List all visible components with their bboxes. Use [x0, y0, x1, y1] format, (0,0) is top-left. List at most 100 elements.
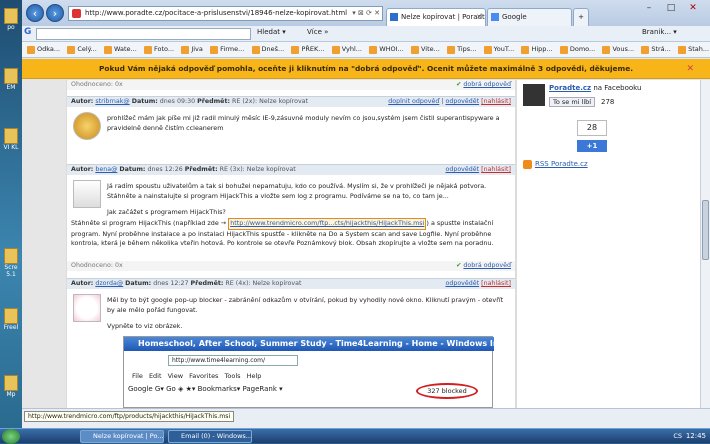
desktop-strip: po EM VI KL Scre 5.1 Freel Mp [0, 0, 22, 428]
good-answer-link[interactable]: dobrá odpověď [463, 81, 511, 88]
author-label: Autor: [71, 166, 94, 173]
bookmark-item[interactable]: Celý... [65, 42, 97, 57]
close-tab-icon[interactable]: ✕ [476, 9, 482, 25]
site-link[interactable]: Poradte.cz [549, 84, 591, 92]
back-button[interactable]: ‹ [26, 4, 44, 22]
tab-label: Google [502, 13, 527, 21]
tab-google[interactable]: Google [487, 8, 572, 26]
bookmark-item[interactable]: Domo... [558, 42, 595, 57]
bookmark-item[interactable]: Vyhl... [330, 42, 362, 57]
reply-link[interactable]: odpovědět [445, 98, 479, 105]
avatar [73, 294, 101, 322]
desktop-icon-label: VI KL [3, 144, 19, 151]
bookmark-item[interactable]: Foto... [142, 42, 174, 57]
address-text: http://www.poradte.cz/pocitace-a-prislus… [85, 9, 348, 17]
download-link[interactable]: http://www.trendmicro.com/ftp...cts/hija… [228, 218, 427, 230]
tab-label: Nelze kopírovat | Poradte.cz [401, 13, 485, 21]
address-bar[interactable]: http://www.poradte.cz/pocitace-a-prislus… [68, 6, 383, 21]
refresh-stop-icons[interactable]: ▾ ⊠ ⟳ ✕ [352, 7, 380, 20]
bookmark-item[interactable]: Strá... [639, 42, 671, 57]
maximize-button[interactable]: □ [664, 2, 678, 16]
post-date: dnes 12:27 [153, 280, 189, 287]
subject-label: Předmět: [197, 98, 230, 105]
account-menu[interactable]: Branik... ▾ [642, 28, 677, 36]
bookmark-item[interactable]: YouT... [482, 42, 514, 57]
bookmark-item[interactable]: Jiva [179, 42, 203, 57]
desktop-icon[interactable]: Scre 5.1 [2, 248, 20, 278]
scrollbar-thumb[interactable] [702, 200, 709, 260]
minimize-button[interactable]: – [642, 2, 656, 16]
plusone-button[interactable]: +1 [577, 140, 607, 152]
bookmark-item[interactable]: PŘEK... [289, 42, 325, 57]
site-favicon-icon [72, 9, 81, 18]
facebook-label: na Facebooku [593, 84, 642, 92]
post-text: Já radím spoustu uživatelům a tak si boh… [107, 182, 487, 200]
page-viewport: Ohodnoceno: 0x ✔ dobrá odpověď Autor: str… [22, 80, 700, 408]
author-link[interactable]: bena@ [95, 166, 117, 173]
bookmark-item[interactable]: Firme... [208, 42, 244, 57]
bookmark-item[interactable]: Dneš... [250, 42, 284, 57]
left-margin [22, 80, 66, 408]
taskbar-item-email[interactable]: Email (0) - Windows... [168, 430, 252, 443]
like-button[interactable]: To se mi líbí [549, 97, 596, 107]
tab-favicon-icon [390, 13, 398, 21]
reply-link[interactable]: odpovědět [445, 280, 479, 287]
google-logo-icon: G [24, 27, 32, 37]
bookmark-item[interactable]: Hipp... [519, 42, 553, 57]
avatar [73, 180, 101, 208]
google-search-input[interactable] [36, 28, 251, 40]
like-count: 278 [601, 98, 615, 106]
bookmark-item[interactable]: Odka... [25, 42, 60, 57]
desktop-icon[interactable]: EM [2, 68, 20, 91]
close-window-button[interactable]: ✕ [686, 2, 700, 16]
close-banner-icon[interactable]: ✕ [686, 59, 694, 79]
add-answer-link[interactable]: doplnit odpověď [388, 98, 439, 105]
report-link[interactable]: [nahlásit] [481, 98, 511, 105]
desktop-icon[interactable]: Freel [2, 308, 20, 331]
desktop-icon-label: EM [6, 84, 16, 91]
desktop-icon-label: Mp [6, 391, 16, 398]
bookmark-item[interactable]: WHOI... [367, 42, 404, 57]
subject-label: Předmět: [184, 166, 218, 173]
reply-link[interactable]: odpovědět [445, 166, 479, 173]
post-header: Autor: dzorda@ Datum: dnes 12:27 Předmět… [67, 278, 515, 289]
desktop-icon[interactable]: VI KL [2, 128, 20, 151]
desktop-icon[interactable]: Mp [2, 375, 20, 398]
author-label: Autor: [71, 280, 94, 287]
good-answer-link[interactable]: dobrá odpověď [463, 262, 511, 269]
bookmark-item[interactable]: Vite... [409, 42, 440, 57]
bookmark-item[interactable]: Wate... [102, 42, 137, 57]
bookmark-item[interactable]: Vous... [600, 42, 634, 57]
forward-button[interactable]: › [46, 4, 64, 22]
vertical-scrollbar[interactable] [700, 80, 710, 408]
post-subject: RE (2x): Nelze kopírovat [231, 98, 309, 105]
start-button[interactable] [2, 429, 20, 444]
more-button[interactable]: Více » [307, 28, 328, 36]
screenshot-address: http://www.time4learning.com/ [168, 355, 298, 366]
author-link[interactable]: dzorda@ [95, 280, 123, 287]
post-text-part: Stáhněte si program HijackThis (napříkla… [71, 219, 227, 227]
taskbar-item-browser[interactable]: Nelze kopírovat | Po... [80, 430, 164, 443]
bookmark-item[interactable]: Stah... [676, 42, 709, 57]
rss-link[interactable]: RSS Poradte.cz [535, 160, 588, 168]
date-label: Datum: [119, 166, 146, 173]
report-link[interactable]: [nahlásit] [481, 280, 511, 287]
report-link[interactable]: [nahlásit] [481, 166, 511, 173]
screenshot-menu: File Edit View Favorites Tools Help [132, 372, 262, 380]
language-indicator[interactable]: CS [673, 429, 682, 444]
post-text: Stáhněte si program HijackThis (napříkla… [71, 218, 511, 249]
desktop-icon[interactable]: po [2, 8, 20, 31]
post-date: dnes 09:30 [159, 98, 196, 105]
new-tab-button[interactable]: + [573, 8, 589, 26]
post-column: Ohodnoceno: 0x ✔ dobrá odpověď Autor: str… [67, 80, 515, 408]
post-text: Jak začážet s programem HijackThis? [107, 208, 226, 216]
bookmarks-bar: Odka... Celý... Wate... Foto... Jiva Fir… [22, 42, 710, 58]
desktop-icon-label: po [7, 24, 15, 31]
status-url: http://www.trendmicro.com/ftp/products/h… [24, 411, 235, 422]
desktop-icon-label: Scre 5.1 [4, 264, 18, 278]
tab-poradte[interactable]: Nelze kopírovat | Poradte.cz✕ [386, 8, 486, 26]
bookmark-item[interactable]: Tips... [445, 42, 476, 57]
search-button[interactable]: Hledat ▾ [257, 28, 286, 36]
screenshot-title: Homeschool, After School, Summer Study -… [124, 337, 494, 351]
author-link[interactable]: stribrnak@ [95, 98, 129, 105]
